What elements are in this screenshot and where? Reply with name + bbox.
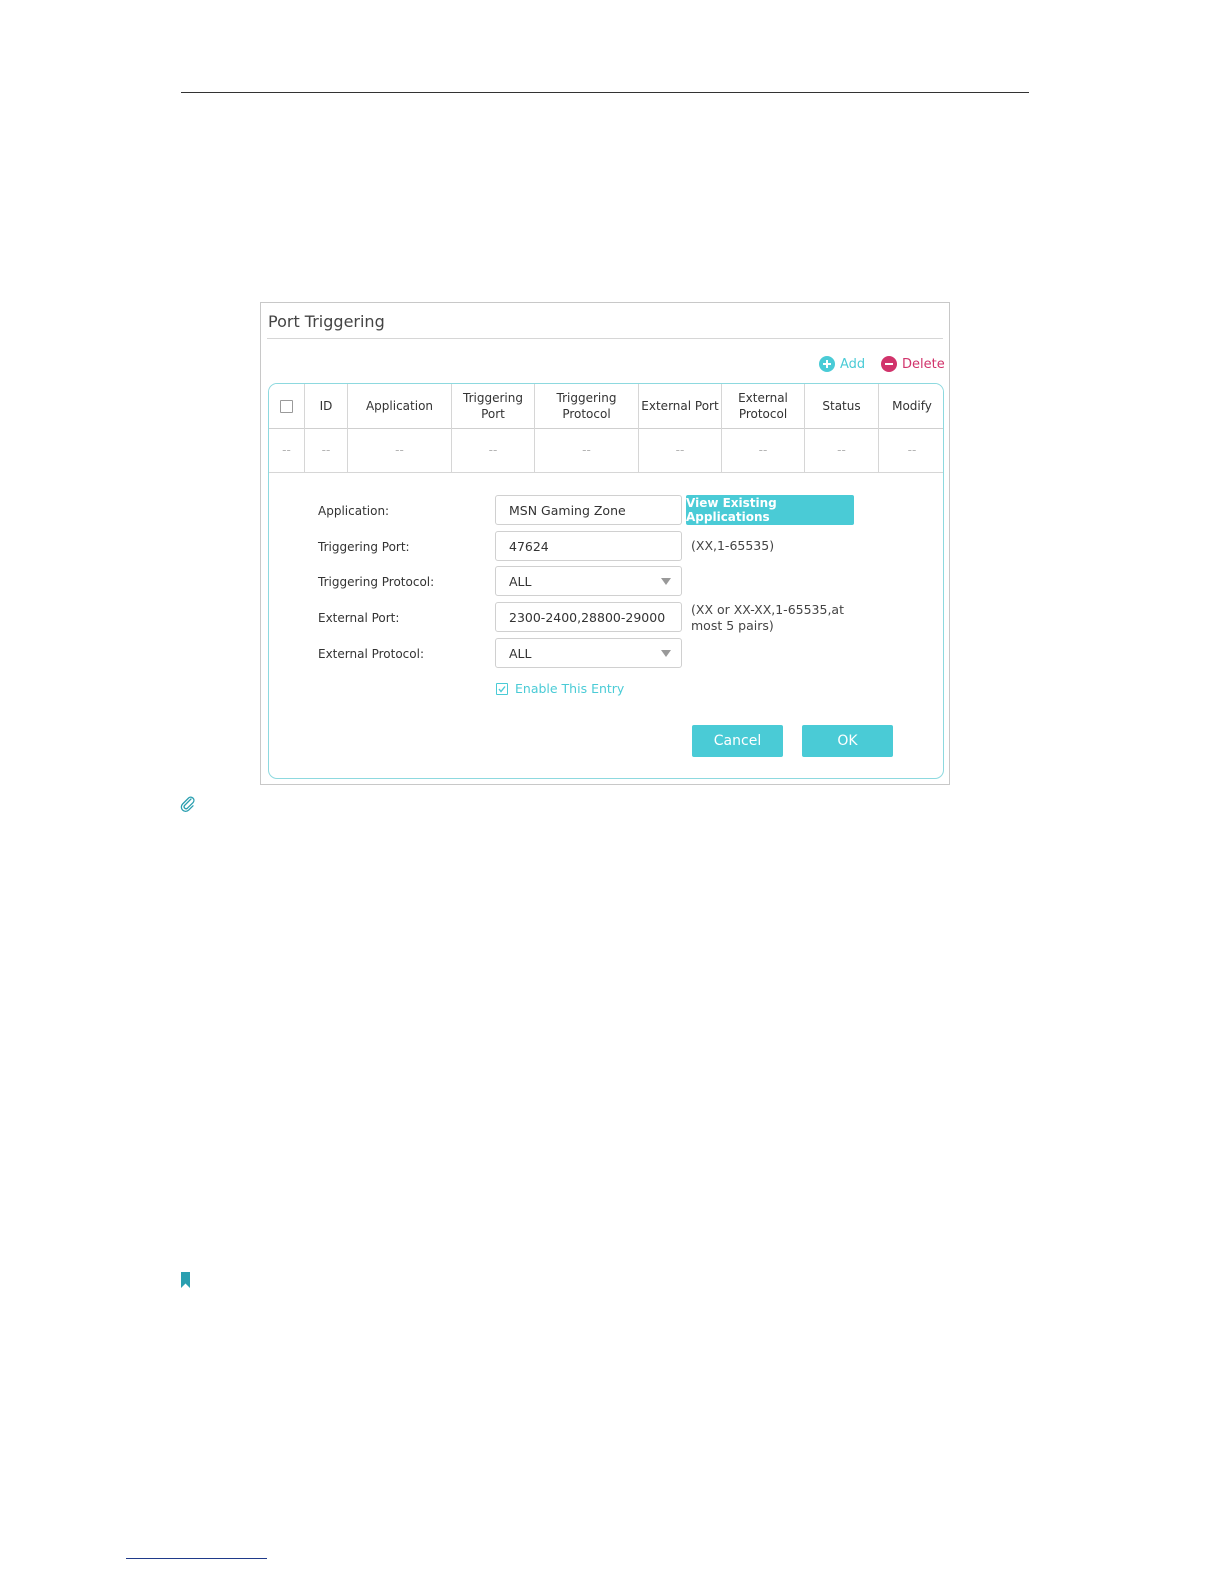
checkmark-icon — [498, 685, 506, 693]
header-triggering-port: Triggering Port — [451, 384, 534, 428]
triggering-protocol-label: Triggering Protocol: — [318, 575, 435, 589]
header-external-port: External Port — [638, 384, 721, 428]
table-cell: -- — [804, 428, 878, 472]
header-external-protocol: External Protocol — [721, 384, 804, 428]
external-protocol-select[interactable]: ALL — [495, 638, 682, 668]
add-icon — [819, 356, 835, 372]
port-triggering-table: ID Application Triggering Port Triggerin… — [268, 383, 944, 779]
paperclip-icon — [180, 796, 195, 813]
dropdown-caret-icon — [661, 578, 671, 585]
triggering-port-value: 47624 — [509, 538, 549, 554]
table-cell: -- — [534, 428, 638, 472]
panel-title: Port Triggering — [268, 312, 385, 331]
ok-button[interactable]: OK — [802, 725, 893, 757]
header-modify: Modify — [878, 384, 943, 428]
application-label: Application: — [318, 504, 390, 518]
header-select-all — [269, 384, 304, 428]
enable-entry-checkbox[interactable] — [496, 682, 508, 695]
enable-entry-label: Enable This Entry — [515, 681, 625, 696]
table-cell: -- — [282, 443, 291, 457]
header-id: ID — [304, 384, 347, 428]
port-triggering-panel: Port Triggering Add Delete ID Applicatio… — [260, 302, 950, 785]
table-cell: -- — [721, 428, 804, 472]
enable-entry-toggle[interactable]: Enable This Entry — [496, 681, 624, 696]
header-status: Status — [804, 384, 878, 428]
view-existing-applications-button[interactable]: View Existing Applications — [686, 495, 854, 525]
table-cell: -- — [878, 428, 943, 472]
application-value: MSN Gaming Zone — [509, 502, 626, 518]
external-protocol-label: External Protocol: — [318, 647, 425, 661]
triggering-port-input[interactable]: 47624 — [495, 531, 682, 561]
table-row: -- -- -- -- -- -- -- -- -- — [269, 428, 943, 473]
triggering-protocol-select[interactable]: ALL — [495, 566, 682, 596]
external-port-input[interactable]: 2300-2400,28800-29000 — [495, 602, 682, 632]
footer-rule — [126, 1558, 267, 1559]
triggering-port-label: Triggering Port: — [318, 540, 410, 554]
header-triggering-protocol: Triggering Protocol — [534, 384, 638, 428]
bookmark-icon — [181, 1272, 190, 1288]
application-input[interactable]: MSN Gaming Zone — [495, 495, 682, 525]
triggering-protocol-value: ALL — [509, 573, 532, 589]
dropdown-caret-icon — [661, 650, 671, 657]
external-port-hint: (XX or XX-XX,1-65535,at most 5 pairs) — [691, 602, 844, 633]
add-label: Add — [840, 356, 866, 372]
page-header-rule — [181, 92, 1029, 93]
select-all-checkbox[interactable] — [280, 399, 293, 413]
table-cell: -- — [347, 428, 451, 472]
delete-icon — [881, 356, 897, 372]
delete-button[interactable]: Delete — [881, 356, 945, 372]
table-header: ID Application Triggering Port Triggerin… — [269, 384, 943, 429]
table-cell: -- — [451, 428, 534, 472]
external-port-label: External Port: — [318, 611, 400, 625]
add-button[interactable]: Add — [819, 356, 865, 372]
panel-title-divider — [267, 338, 943, 339]
delete-label: Delete — [902, 356, 945, 372]
triggering-port-hint: (XX,1-65535) — [691, 538, 775, 553]
table-cell: -- — [304, 428, 347, 472]
header-application: Application — [347, 384, 451, 428]
external-protocol-value: ALL — [509, 645, 532, 661]
external-port-value: 2300-2400,28800-29000 — [509, 609, 666, 625]
table-cell: -- — [638, 428, 721, 472]
cancel-button[interactable]: Cancel — [692, 725, 783, 757]
